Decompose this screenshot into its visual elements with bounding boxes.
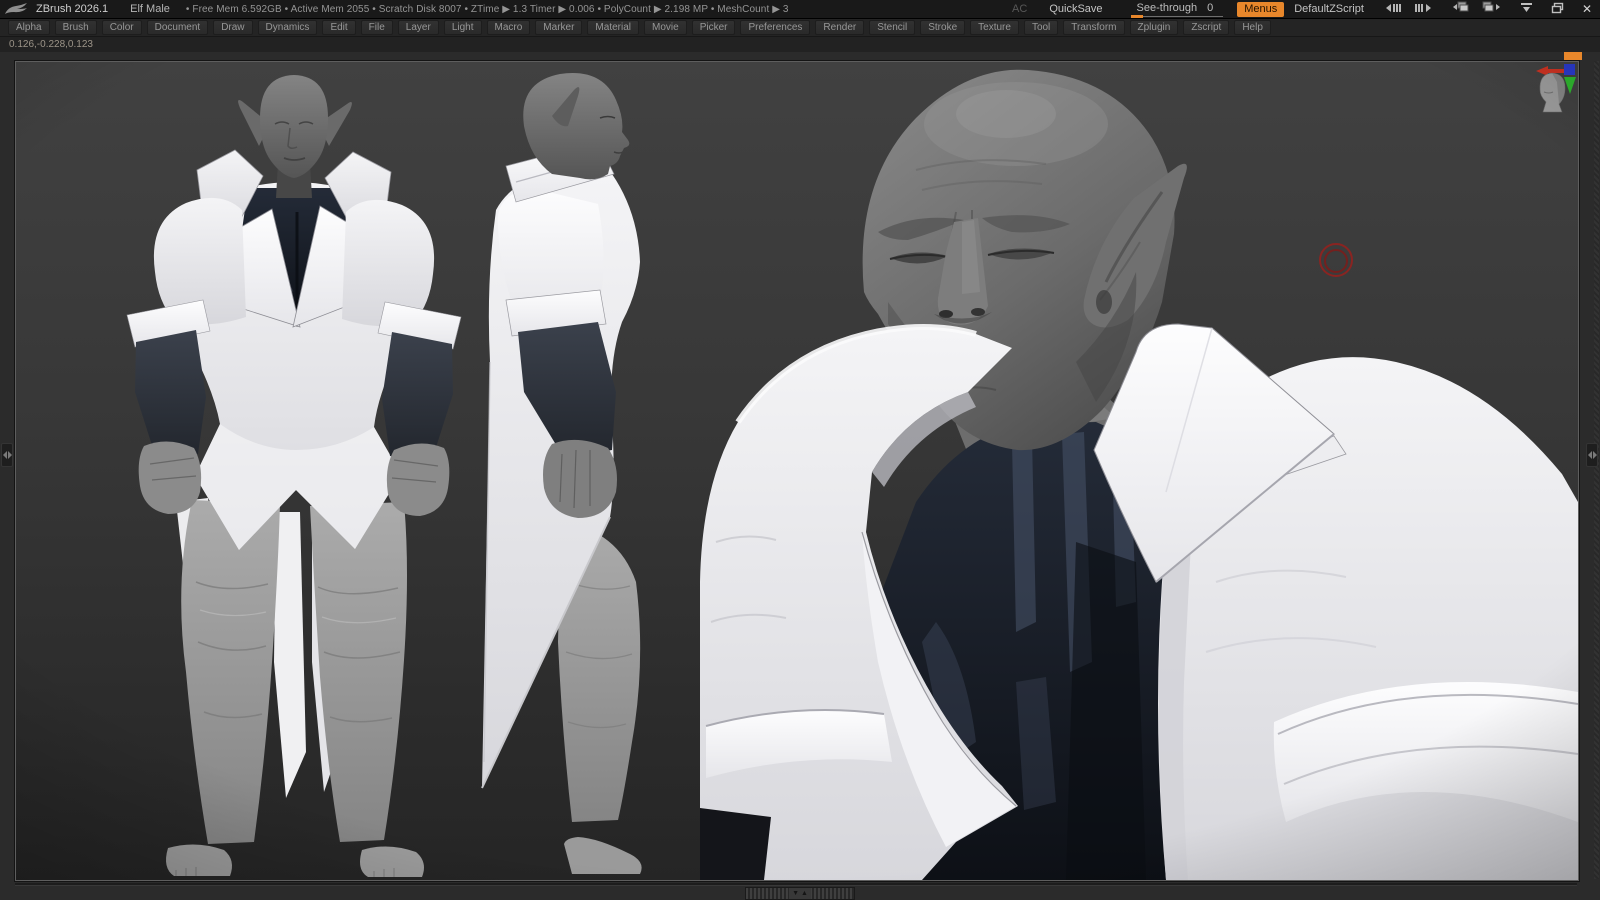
canvas-horizontal-scrollbar[interactable]: ▼ ▲ xyxy=(745,887,855,900)
menu-layer[interactable]: Layer xyxy=(398,20,439,35)
see-through-value: 0 xyxy=(1207,2,1213,14)
memory-stats: • Free Mem 6.592GB • Active Mem 2055 • S… xyxy=(186,4,789,15)
menu-movie[interactable]: Movie xyxy=(644,20,687,35)
menu-light[interactable]: Light xyxy=(444,20,482,35)
scroll-down-icon: ▼ xyxy=(792,890,799,897)
scrollbar-arrows[interactable]: ▼ ▲ xyxy=(789,888,811,899)
menu-brush[interactable]: Brush xyxy=(55,20,97,35)
cursor-coordinates: 0.126,-0.228,0.123 xyxy=(9,39,93,50)
divider-left-arrow-icon xyxy=(1588,451,1592,459)
see-through-slider[interactable]: See-through 0 xyxy=(1131,1,1224,17)
viewport-scene[interactable] xyxy=(16,62,1578,880)
menu-picker[interactable]: Picker xyxy=(692,20,736,35)
menu-transform[interactable]: Transform xyxy=(1063,20,1124,35)
canvas-bottom-groove xyxy=(15,883,1577,886)
see-through-label: See-through xyxy=(1137,2,1198,14)
menu-preferences[interactable]: Preferences xyxy=(740,20,810,35)
app-title: ZBrush 2026.1 xyxy=(36,3,108,15)
quicksave-button[interactable]: QuickSave xyxy=(1049,3,1102,15)
right-tray-texture xyxy=(1594,61,1599,879)
window-cascade-left-icon[interactable] xyxy=(1450,1,1470,17)
menu-alpha[interactable]: Alpha xyxy=(8,20,50,35)
scroll-up-icon: ▲ xyxy=(801,890,808,897)
menus-toggle-button[interactable]: Menus xyxy=(1237,2,1284,17)
divider-left-arrow-icon xyxy=(3,451,7,459)
menubar: Alpha Brush Color Document Draw Dynamics… xyxy=(0,19,1600,37)
document-loading-bar xyxy=(1564,52,1582,60)
menu-color[interactable]: Color xyxy=(102,20,142,35)
menu-tool[interactable]: Tool xyxy=(1024,20,1058,35)
right-tray-divider[interactable] xyxy=(1586,443,1598,467)
menu-texture[interactable]: Texture xyxy=(970,20,1019,35)
ac-indicator: AC xyxy=(1012,3,1027,15)
window-cascade-right-icon[interactable] xyxy=(1482,1,1502,17)
menu-document[interactable]: Document xyxy=(147,20,209,35)
divider-right-arrow-icon xyxy=(1593,451,1597,459)
status-row: 0.126,-0.228,0.123 xyxy=(0,37,1600,52)
divider-right-arrow-icon xyxy=(8,451,12,459)
window-close-icon[interactable]: ✕ xyxy=(1582,2,1592,16)
menu-help[interactable]: Help xyxy=(1234,20,1271,35)
menu-dynamics[interactable]: Dynamics xyxy=(258,20,318,35)
window-restore-icon[interactable] xyxy=(1551,2,1564,17)
menu-marker[interactable]: Marker xyxy=(535,20,582,35)
default-zscript-button[interactable]: DefaultZScript xyxy=(1294,3,1364,15)
left-tray-divider[interactable] xyxy=(1,443,13,467)
menu-zscript[interactable]: Zscript xyxy=(1183,20,1229,35)
menu-macro[interactable]: Macro xyxy=(487,20,531,35)
sculpt-viewport[interactable] xyxy=(15,61,1579,881)
menu-stencil[interactable]: Stencil xyxy=(869,20,915,35)
see-through-slider-tick xyxy=(1131,15,1143,18)
menu-edit[interactable]: Edit xyxy=(322,20,355,35)
menu-material[interactable]: Material xyxy=(587,20,639,35)
menu-render[interactable]: Render xyxy=(815,20,864,35)
tray-left-icon[interactable] xyxy=(1384,2,1402,17)
menu-draw[interactable]: Draw xyxy=(213,20,252,35)
titlebar: ZBrush 2026.1 Elf Male • Free Mem 6.592G… xyxy=(0,0,1600,19)
menu-stroke[interactable]: Stroke xyxy=(920,20,965,35)
menu-zplugin[interactable]: Zplugin xyxy=(1130,20,1179,35)
menu-file[interactable]: File xyxy=(361,20,393,35)
tray-right-icon[interactable] xyxy=(1414,2,1432,17)
dock-minimize-icon[interactable] xyxy=(1520,2,1533,16)
document-name: Elf Male xyxy=(130,3,170,15)
zbrush-logo-icon xyxy=(4,3,28,16)
